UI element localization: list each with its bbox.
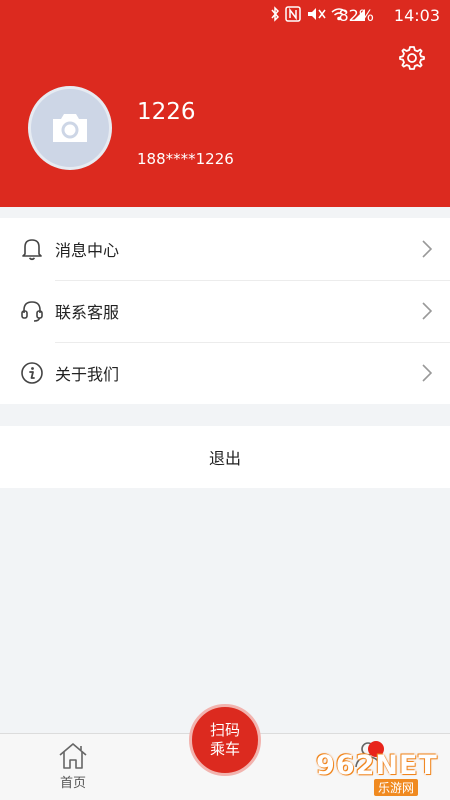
chevron-right-icon (422, 302, 432, 320)
tab-home[interactable]: 首页 (50, 742, 96, 791)
menu-list: 消息中心 联系客服 关于我们 (0, 218, 450, 404)
menu-item-about-us[interactable]: 关于我们 (0, 342, 450, 404)
logout-button[interactable]: 退出 (0, 426, 450, 488)
settings-gear-icon[interactable] (398, 44, 426, 72)
username: 1226 (137, 99, 196, 125)
nfc-icon (285, 6, 301, 22)
scan-button-line1: 扫码 (209, 721, 240, 739)
watermark-logo: 962NET 乐游网 (312, 750, 446, 796)
avatar[interactable] (28, 86, 112, 170)
camera-icon (53, 114, 87, 142)
menu-item-label: 联系客服 (55, 303, 120, 322)
watermark-brand: 962NET (316, 750, 438, 781)
battery-percent: 82% (338, 6, 374, 25)
bluetooth-icon (271, 6, 280, 22)
menu-item-label: 关于我们 (55, 365, 120, 384)
scan-to-ride-button[interactable]: 扫码 乘车 (189, 704, 261, 776)
mute-icon (308, 8, 326, 20)
info-icon (20, 361, 44, 385)
chevron-right-icon (422, 364, 432, 382)
menu-item-label: 消息中心 (55, 241, 120, 260)
clock: 14:03 (393, 6, 440, 25)
watermark-sub: 乐游网 (374, 779, 419, 796)
headset-icon (20, 299, 44, 323)
profile-header: 82% 14:03 1226 188****1226 (0, 0, 450, 207)
phone-number: 188****1226 (137, 150, 234, 168)
tab-home-label: 首页 (59, 776, 86, 791)
menu-item-message-center[interactable]: 消息中心 (0, 218, 450, 280)
status-bar: 82% 14:03 (0, 0, 450, 32)
home-icon (59, 743, 87, 769)
chevron-right-icon (422, 240, 432, 258)
bell-icon (20, 237, 44, 261)
menu-item-contact-support[interactable]: 联系客服 (0, 280, 450, 342)
scan-button-line2: 乘车 (209, 740, 240, 758)
